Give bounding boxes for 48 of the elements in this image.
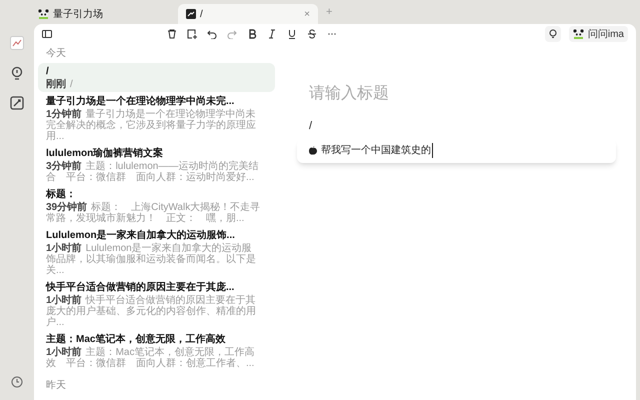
note-preview: 1小时前 快手平台适合做营销的原因主要在于其庞大的用户基础、多元化的内容创作、精准的用户... (46, 295, 257, 328)
lightbulb-icon (548, 29, 558, 39)
note-title: / (46, 65, 50, 78)
note-preview: 1小时前 主题：Mac笔记本，创意无限，工作高效 平台：微信群 面向人群：创意工作者、... (46, 347, 256, 369)
lightbulb-icon[interactable] (10, 66, 24, 80)
note-item[interactable]: lululemon瑜伽裤营销文案 3分钟前 主题：lululemon——运动时尚的完美结合 平台：微信群 面向人群：运动时尚爱好... (38, 145, 275, 185)
note-title: lululemon瑜伽裤营销文案 (46, 147, 164, 160)
note-item[interactable]: 快手平台适合做营销的原因主要在于其庞... 1小时前 快手平台适合做营销的原因主要在于其庞大的用户基础、多元化的内容创作、精准的用户... (38, 279, 275, 330)
note-item[interactable]: Lululemon是一家来自加拿大的运动服饰... 1小时前 Lululemon是一家来自加拿大的运动服饰品牌，以其瑜伽服和运动装备而闻名。以下是关... (38, 227, 275, 278)
underline-icon[interactable] (287, 29, 297, 39)
bold-icon[interactable] (247, 29, 257, 39)
tab[interactable]: 量子引力场 (34, 4, 174, 24)
note-title: Lululemon是一家来自加拿大的运动服饰... (46, 229, 236, 242)
tab[interactable]: / × (178, 4, 318, 24)
note-preview: 刚刚 / (46, 79, 74, 90)
note-preview: 1小时前 Lululemon是一家来自加拿大的运动服饰品牌，以其瑜伽服和运动装备而闻名。以下是关... (46, 243, 257, 276)
note-item[interactable]: 主题：Mac笔记本，创意无限，工作高效 1小时前 主题：Mac笔记本，创意无限，工作高效 平台：微信群 面向人群：创意工作者、... (38, 331, 275, 371)
suggestion-input[interactable]: 帮我写一个中国建筑史的 (321, 143, 433, 158)
apple-icon (309, 146, 317, 155)
note-title: 快手平台适合做营销的原因主要在于其庞... (46, 281, 236, 294)
note-title: 量子引力场是一个在理论物理学中尚未完... (46, 95, 236, 108)
note-item[interactable]: 量子引力场是一个在理论物理学中尚未完... 1分钟前 量子引力场是一个在理论物理学中尚未完全解决的概念，它涉及到将量子力学的原理应用... (38, 93, 275, 144)
tab-label: / (200, 8, 204, 22)
note-preview: 3分钟前 主题：lululemon——运动时尚的完美结合 平台：微信群 面向人群：运动时尚爱好... (46, 161, 260, 183)
tab-label: 量子引力场 (53, 8, 104, 22)
app-logo-icon[interactable] (10, 36, 24, 50)
note-preview: 39分钟前 标题： 上海CityWalk大揭秘！不走寻常路，发现城市新魅力！ 正文： 嘿，朋... (46, 202, 262, 224)
ask-button[interactable]: 问问ima (568, 26, 628, 42)
body-text: / (309, 119, 314, 134)
section-heading: 昨天 (45, 379, 67, 393)
note-item[interactable]: 标题： 39分钟前 标题： 上海CityWalk大揭秘！不走寻常路，发现城市新魅力！ 正文： 嘿，朋... (38, 186, 275, 226)
panda-icon (572, 29, 584, 39)
panda-icon (38, 9, 49, 19)
undo-icon[interactable] (207, 29, 217, 39)
note-item[interactable]: / 刚刚 / (38, 63, 275, 92)
section-heading: 今天 (45, 47, 67, 61)
note-title: 主题：Mac笔记本，创意无限，工作高效 (46, 333, 226, 346)
export-icon[interactable] (187, 29, 197, 39)
edit-icon[interactable] (10, 96, 24, 110)
italic-icon[interactable] (267, 29, 277, 39)
trash-icon[interactable] (167, 29, 177, 39)
hint-button[interactable] (544, 26, 561, 42)
strikethrough-icon[interactable] (307, 29, 317, 39)
sidebar-toggle-icon[interactable] (42, 29, 52, 39)
note-icon (186, 9, 196, 19)
note-title: 标题： (46, 188, 77, 201)
note-preview: 1分钟前 量子引力场是一个在理论物理学中尚未完全解决的概念，它涉及到将量子力学的原理应用... (46, 109, 257, 142)
clock-icon[interactable] (11, 376, 23, 388)
